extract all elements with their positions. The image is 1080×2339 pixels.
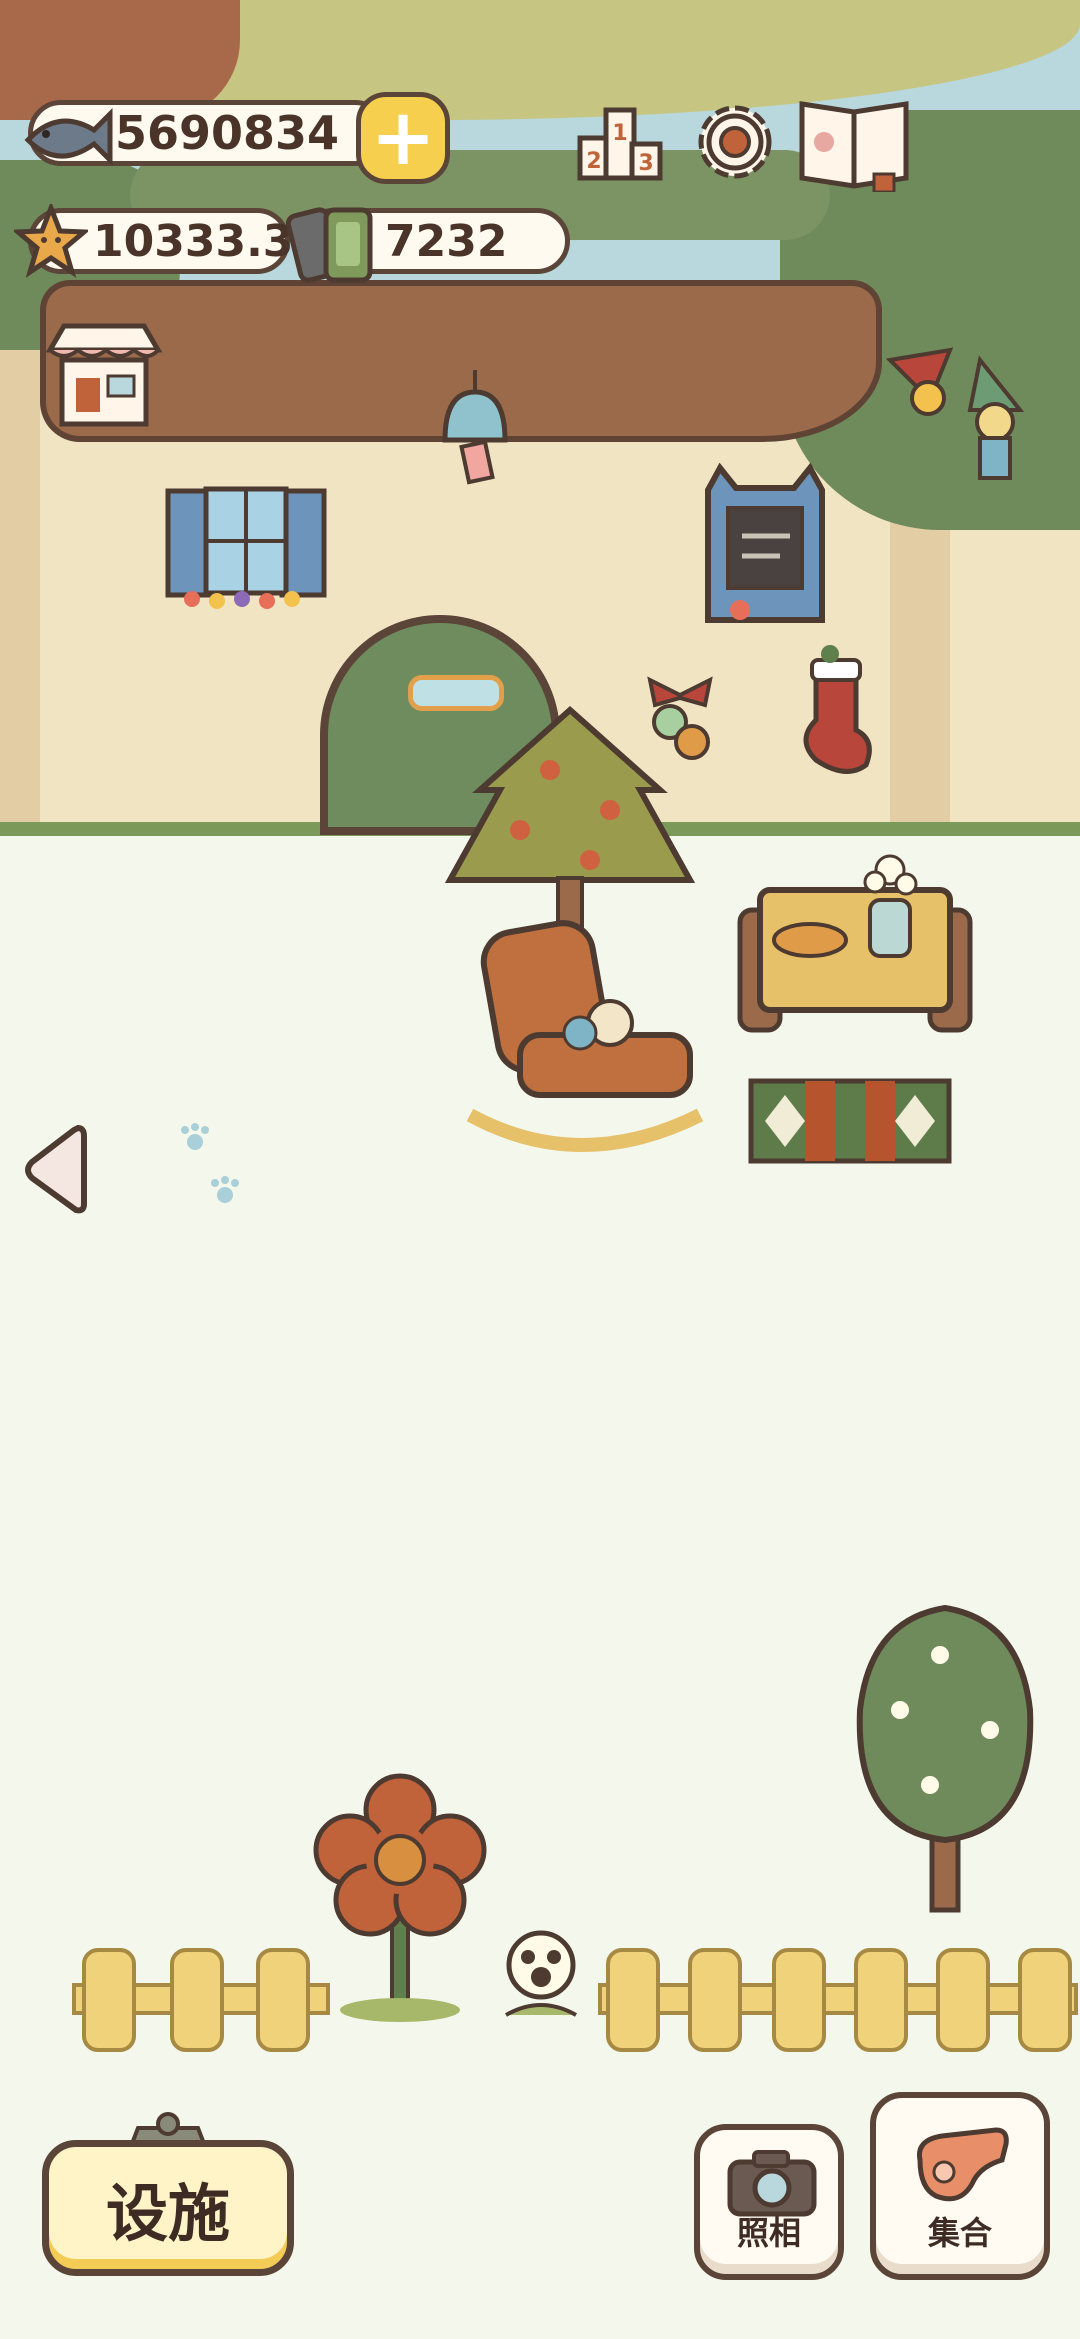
wooden-fence-left [72, 1948, 330, 2052]
facility-label: 设施 [105, 2177, 230, 2250]
photo-label: 照相 [736, 2214, 801, 2252]
paw-signpost [505, 1930, 577, 2017]
rocking-chair [466, 920, 704, 1152]
shop-icon[interactable] [44, 320, 164, 430]
window-with-flowers [165, 486, 327, 609]
fruit-tree [444, 705, 696, 930]
facility-button[interactable]: 设施 [42, 2140, 294, 2276]
paw-print-icon [211, 1176, 239, 1203]
side-table-with-pie [737, 854, 973, 1033]
scroll-left-arrow-icon[interactable] [18, 1120, 88, 1220]
fish-icon [24, 107, 113, 167]
star-icon [14, 204, 88, 278]
whistle-icon [916, 2127, 1009, 2202]
book-icon[interactable] [794, 92, 914, 192]
paw-print-icon [181, 1123, 209, 1150]
ticket-count: 7232 [385, 215, 508, 267]
christmas-stocking [803, 645, 872, 774]
cat-chalkboard [705, 462, 825, 623]
wall-beam-left [0, 300, 40, 840]
gather-button[interactable]: 集合 [870, 2092, 1050, 2280]
svg-text:2: 2 [586, 149, 601, 174]
gather-label: 集合 [927, 2214, 992, 2252]
ticket-icon [286, 207, 373, 283]
wooden-fence-right [598, 1948, 1078, 2052]
flowering-tree [856, 1604, 1034, 1913]
settings-gear-icon[interactable] [685, 92, 785, 192]
svg-text:1: 1 [612, 121, 627, 146]
photo-button[interactable]: 照相 [694, 2124, 844, 2280]
svg-text:3: 3 [638, 151, 653, 176]
star-count: 10333.3 [93, 215, 294, 267]
woven-rug [748, 1078, 952, 1164]
ranking-icon[interactable]: 2 1 3 [570, 92, 670, 192]
fish-count: 5690834 [115, 106, 340, 160]
hanging-bell [442, 370, 508, 485]
big-orange-flower [313, 1773, 487, 2022]
elf-figurines [885, 347, 1025, 480]
add-currency-button[interactable]: + [356, 92, 450, 184]
